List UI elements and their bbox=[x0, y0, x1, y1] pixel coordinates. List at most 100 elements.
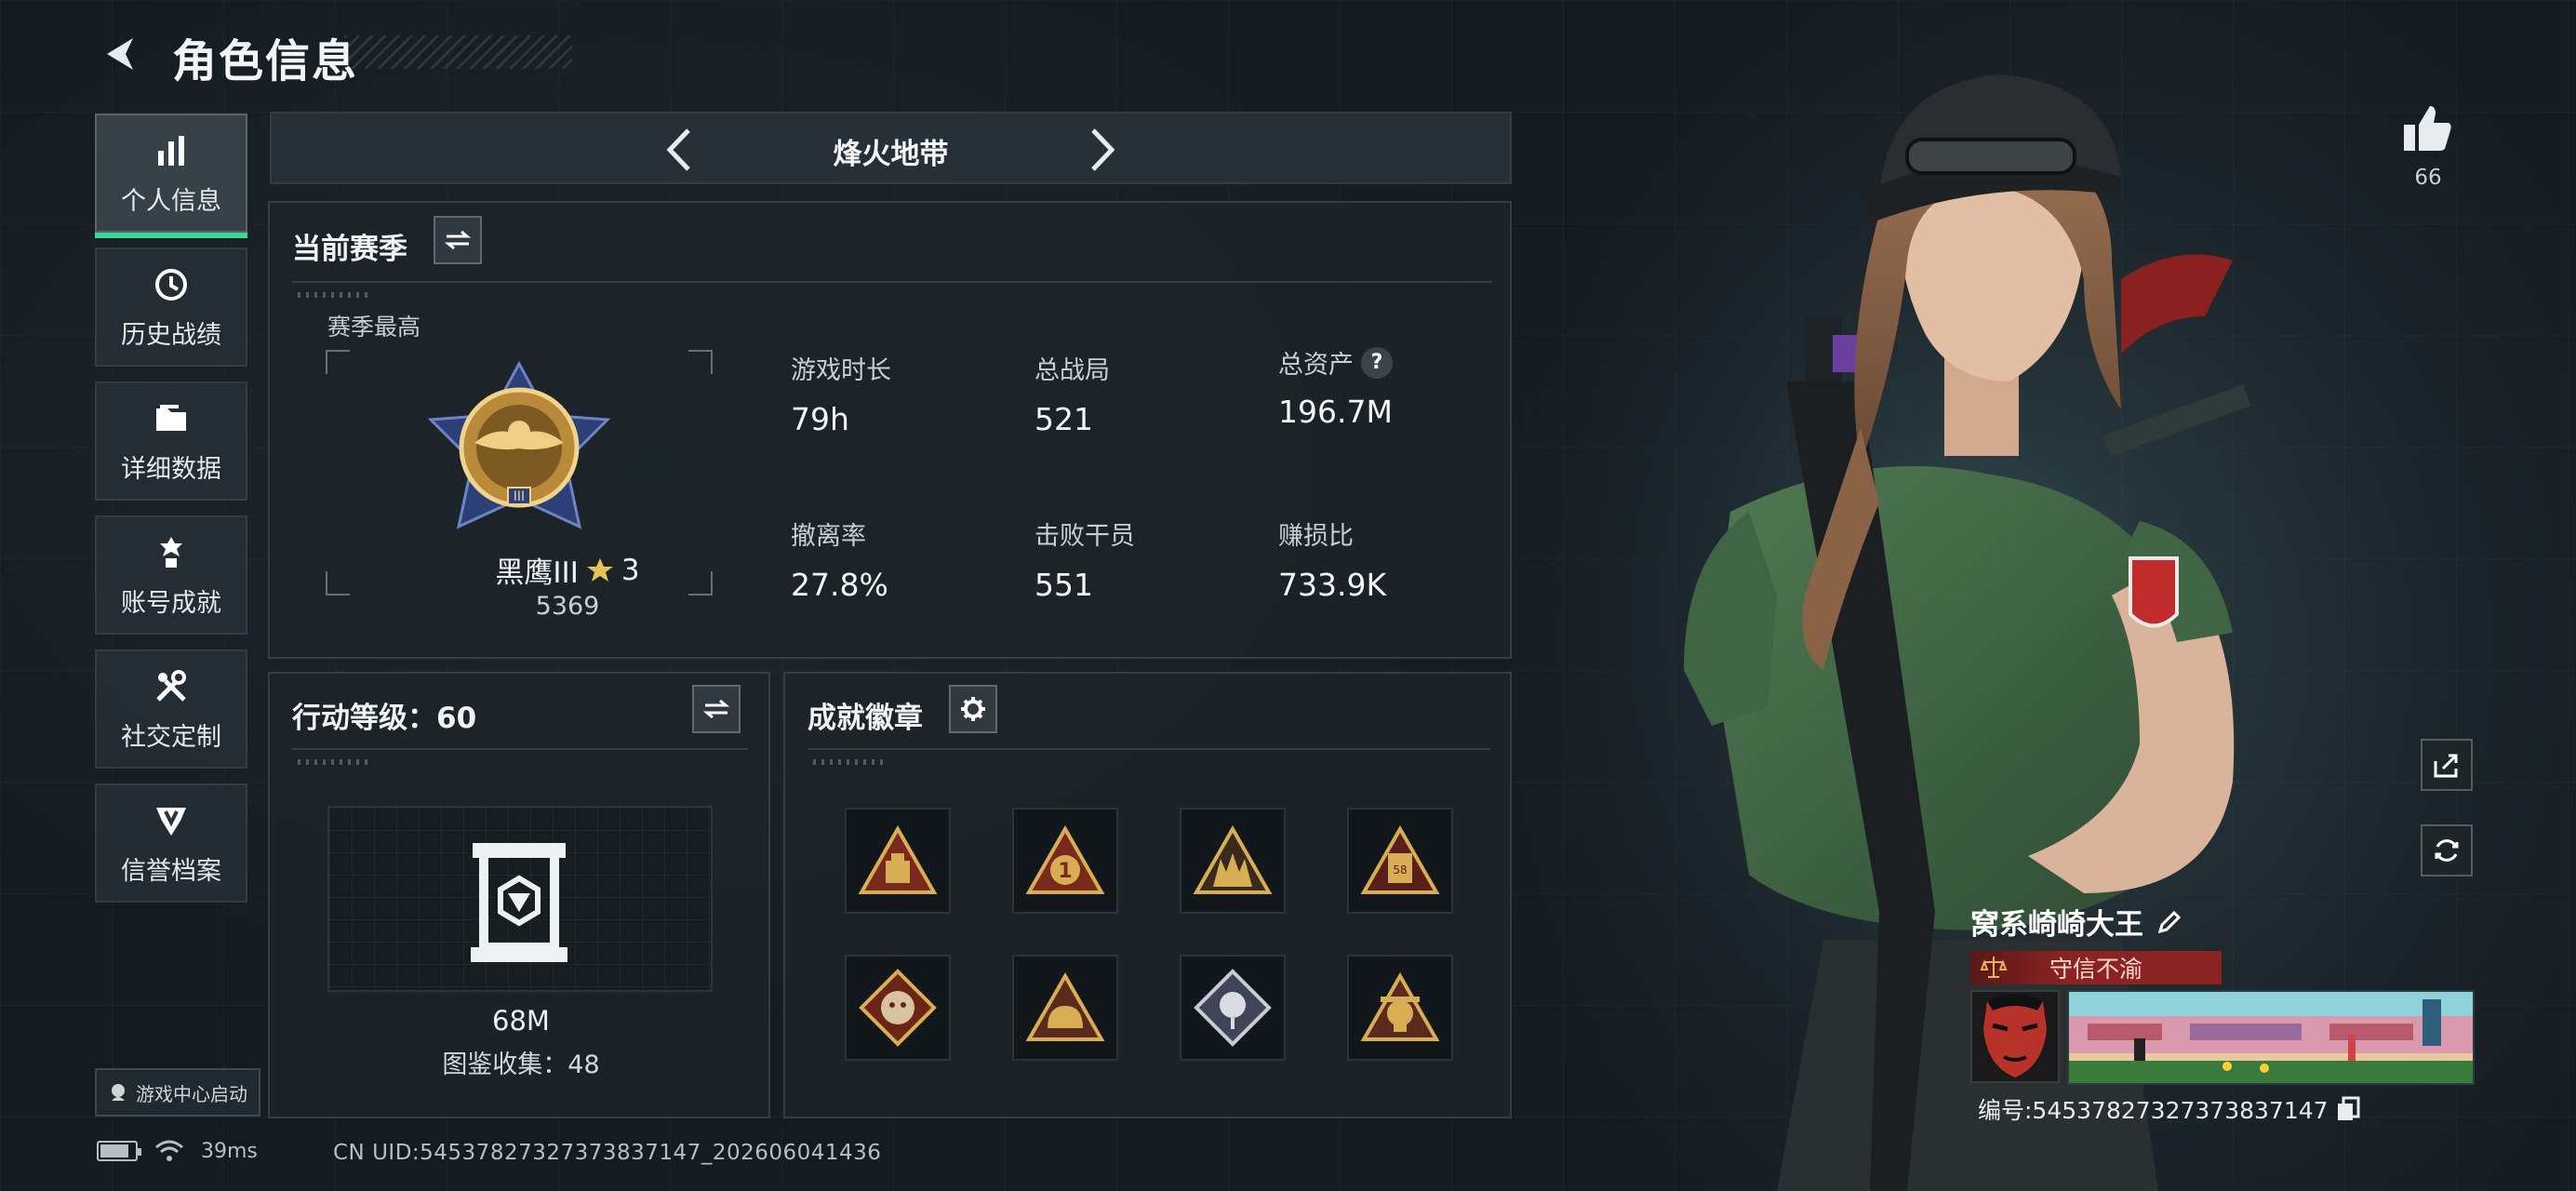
wifi-icon bbox=[155, 1140, 183, 1161]
star-icon bbox=[586, 557, 613, 582]
stat-extraction-rate: 撤离率 27.8% bbox=[791, 515, 888, 603]
title-decoration bbox=[344, 35, 572, 69]
help-icon[interactable]: ? bbox=[1361, 346, 1393, 379]
thumbs-up-icon bbox=[2404, 106, 2451, 151]
collection-count: 图鉴收集：48 bbox=[442, 1050, 600, 1079]
mode-title: 烽火地带 bbox=[833, 138, 949, 171]
sidebar-item-label: 个人信息 bbox=[121, 186, 221, 216]
swap-icon bbox=[445, 230, 471, 250]
divider-dots bbox=[298, 759, 372, 765]
achievement-badge[interactable]: 1 bbox=[1012, 808, 1118, 914]
stat-value: 27.8% bbox=[791, 567, 888, 603]
game-center-icon bbox=[112, 1084, 125, 1101]
box-badge-icon bbox=[858, 825, 938, 894]
stat-label: 赚损比 bbox=[1278, 522, 1354, 551]
svg-text:III: III bbox=[514, 489, 525, 504]
badge-settings-button[interactable] bbox=[949, 685, 997, 733]
player-name: 窝系崎崎大王 bbox=[1970, 908, 2143, 942]
prev-mode-button[interactable] bbox=[661, 127, 698, 177]
helmet-badge-icon bbox=[1025, 972, 1105, 1041]
battery-icon bbox=[97, 1141, 141, 1161]
divider-dots bbox=[813, 759, 888, 765]
refresh-button[interactable] bbox=[2421, 824, 2473, 877]
season-panel: 当前赛季 赛季最高 III 黑鹰III 3 5369 游戏时长 79h 总战局 … bbox=[268, 201, 1512, 659]
uid-text: CN UID:54537827327373837147_202606041436 bbox=[333, 1141, 882, 1165]
sidebar-item-profile[interactable]: 个人信息 bbox=[95, 114, 247, 238]
stat-label: 总战局 bbox=[1034, 356, 1110, 385]
sidebar-item-label: 历史战绩 bbox=[121, 320, 221, 350]
sidebar-item-details[interactable]: 详细数据 bbox=[95, 381, 247, 501]
achievements-title: 成就徽章 bbox=[808, 702, 923, 735]
rose-badge-icon bbox=[1194, 969, 1272, 1047]
achievement-badge[interactable]: 58 bbox=[1347, 808, 1453, 914]
skull-badge-icon bbox=[1360, 972, 1440, 1041]
edit-icon[interactable] bbox=[2156, 909, 2182, 935]
avatar-face-icon bbox=[1972, 992, 2058, 1081]
sidebar-item-label: 社交定制 bbox=[121, 722, 221, 752]
ping-value: 39ms bbox=[201, 1139, 258, 1163]
bar-chart-icon bbox=[151, 130, 192, 171]
refresh-icon bbox=[2435, 839, 2459, 862]
stat-value: 196.7M bbox=[1278, 394, 1393, 430]
switch-season-button[interactable] bbox=[434, 216, 482, 264]
achievement-badge[interactable] bbox=[845, 955, 951, 1061]
tools-icon bbox=[151, 666, 192, 707]
rank-score: 5369 bbox=[535, 592, 600, 621]
stat-total-assets: 总资产 ? 196.7M bbox=[1278, 344, 1393, 430]
next-mode-button[interactable] bbox=[1084, 127, 1121, 177]
like-count: 66 bbox=[2414, 166, 2442, 190]
action-level-value: 68M bbox=[492, 1005, 550, 1037]
rank-name: 黑鹰III bbox=[495, 556, 579, 590]
achievement-badge[interactable] bbox=[1180, 808, 1286, 914]
back-button[interactable] bbox=[93, 26, 149, 82]
achievement-badge[interactable] bbox=[845, 808, 951, 914]
page-title: 角色信息 bbox=[172, 35, 359, 87]
honor-title: 守信不渝 bbox=[2049, 956, 2142, 983]
divider-dots bbox=[298, 292, 372, 298]
game-center-launch-button[interactable]: 游戏中心启动 bbox=[95, 1068, 260, 1117]
svg-text:58: 58 bbox=[1393, 863, 1407, 877]
action-level-panel: 行动等级：60 68M 图鉴收集：48 bbox=[268, 672, 770, 1118]
stat-profit-loss-ratio: 赚损比 733.9K bbox=[1278, 515, 1386, 603]
achievement-badge[interactable] bbox=[1180, 955, 1286, 1061]
sidebar-item-label: 信誉档案 bbox=[121, 856, 221, 886]
sidebar-item-label: 详细数据 bbox=[121, 454, 221, 484]
player-id-row: 编号:54537827327373837147 bbox=[1978, 1092, 2360, 1126]
gear-icon bbox=[961, 697, 985, 721]
achievement-badge[interactable] bbox=[1347, 955, 1453, 1061]
name-card-banner bbox=[2067, 990, 2475, 1085]
beast-badge-icon bbox=[859, 969, 937, 1047]
stat-label: 撤离率 bbox=[791, 522, 866, 551]
season-best-label: 赛季最高 bbox=[327, 314, 421, 341]
share-button[interactable] bbox=[2421, 739, 2473, 791]
svg-text:1: 1 bbox=[1058, 860, 1072, 883]
achievement-badge[interactable] bbox=[1012, 955, 1118, 1061]
season-title: 当前赛季 bbox=[292, 233, 407, 266]
like-button[interactable]: 66 bbox=[2402, 104, 2454, 190]
collection-case-icon bbox=[471, 843, 567, 962]
back-arrow-icon bbox=[107, 38, 133, 70]
player-id: 编号:54537827327373837147 bbox=[1978, 1097, 2329, 1124]
launch-label: 游戏中心启动 bbox=[136, 1082, 247, 1105]
banner-scene-icon bbox=[2069, 992, 2473, 1083]
stat-value: 733.9K bbox=[1278, 567, 1387, 603]
rank-emblem-icon: III bbox=[427, 360, 611, 529]
medal-icon bbox=[151, 532, 192, 573]
shield-icon bbox=[151, 800, 192, 841]
status-bar: 39ms bbox=[97, 1139, 258, 1163]
action-level-title: 行动等级：60 bbox=[292, 702, 477, 735]
sidebar-item-social[interactable]: 社交定制 bbox=[95, 649, 247, 769]
sidebar-item-history[interactable]: 历史战绩 bbox=[95, 248, 247, 367]
stat-play-time: 游戏时长 79h bbox=[791, 350, 891, 437]
sidebar-item-credit[interactable]: 信誉档案 bbox=[95, 783, 247, 903]
rank-name-row: 黑鹰III 3 bbox=[437, 549, 698, 591]
stat-value: 79h bbox=[791, 401, 849, 437]
switch-action-level-button[interactable] bbox=[692, 685, 741, 733]
swap-icon bbox=[703, 699, 729, 719]
stat-label: 总资产 bbox=[1278, 351, 1354, 380]
sidebar-item-achievements[interactable]: 账号成就 bbox=[95, 515, 247, 635]
avatar[interactable] bbox=[1970, 990, 2060, 1083]
divider bbox=[808, 748, 1490, 750]
copy-icon[interactable] bbox=[2336, 1096, 2360, 1122]
player-name-row: 窝系崎崎大王 bbox=[1970, 901, 2182, 943]
